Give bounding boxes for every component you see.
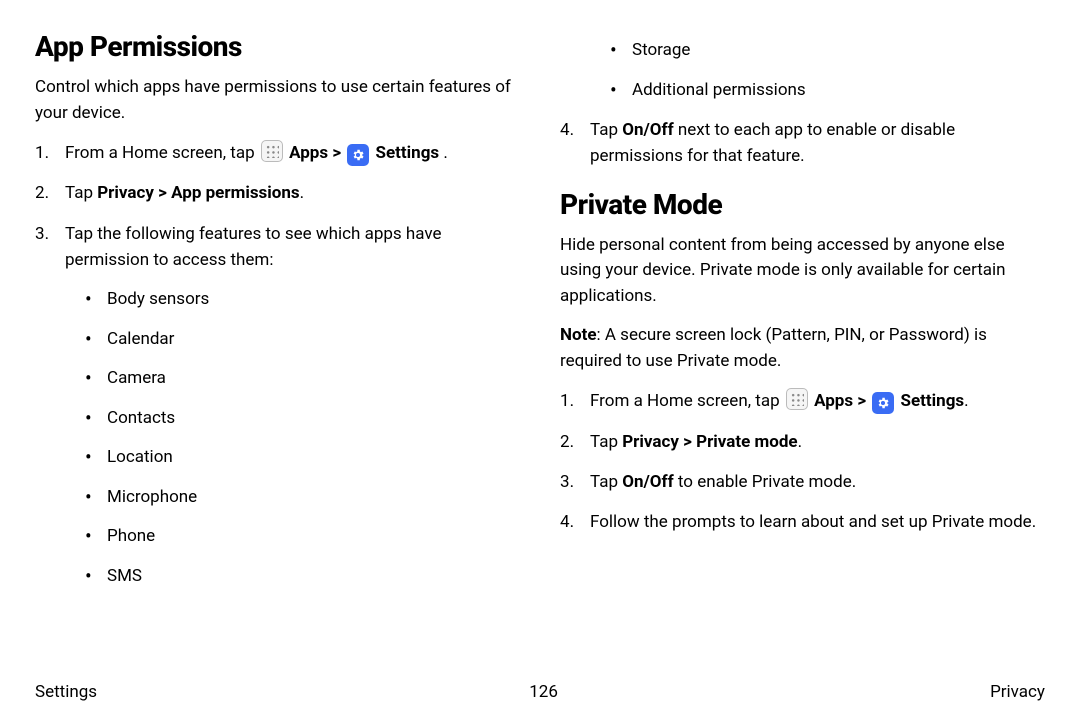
note-label: Note [560,325,597,345]
heading-app-permissions: App Permissions [35,30,520,63]
pm-step2-bold: Privacy > Private mode [622,432,797,452]
step-2: Tap Privacy > App permissions. [35,180,520,206]
apps-icon [786,388,808,410]
step4-bold: On/Off [622,120,673,140]
pm-step-2: Tap Privacy > Private mode. [560,429,1045,455]
apps-icon [261,140,283,162]
settings-label: Settings [901,391,965,411]
pm-step-4: Follow the prompts to learn about and se… [560,509,1045,535]
footer-right: Privacy [990,682,1045,702]
bullet-item: Location [85,445,520,471]
pm-step2-suffix: . [798,432,802,452]
bullet-item: Phone [85,524,520,550]
intro-private-mode: Hide personal content from being accesse… [560,233,1045,310]
step2-suffix: . [300,183,304,203]
pm-step-1: From a Home screen, tap Apps > Settings. [560,388,1045,414]
step4-prefix: Tap [590,120,622,140]
apps-label: Apps [814,391,853,411]
settings-label: Settings [376,143,440,163]
pm-step1-suffix: . [964,391,968,411]
step-4: Tap On/Off next to each app to enable or… [560,117,1045,170]
pm-step3-prefix: Tap [590,472,622,492]
intro-app-permissions: Control which apps have permissions to u… [35,75,520,126]
steps-app-permissions-cont: Tap On/Off next to each app to enable or… [560,117,1045,170]
step1-period: . [443,143,447,163]
bullet-item: Camera [85,366,520,392]
pm-step1-prefix: From a Home screen, tap [590,391,784,411]
pm-step3-bold: On/Off [622,472,673,492]
steps-app-permissions: From a Home screen, tap Apps > Settings … [35,140,520,589]
step2-prefix: Tap [65,183,97,203]
heading-private-mode: Private Mode [560,188,1045,221]
footer-left: Settings [35,682,97,702]
footer-page-number: 126 [529,682,558,702]
left-column: App Permissions Control which apps have … [35,30,520,670]
bullet-item: Storage [610,38,1045,64]
feature-bullets-cont: Storage Additional permissions [560,38,1045,103]
chevron-right-icon: > [857,391,870,411]
step3-text: Tap the following features to see which … [65,224,442,270]
page-footer: Settings 126 Privacy [35,682,1045,702]
steps-private-mode: From a Home screen, tap Apps > Settings.… [560,388,1045,535]
note-private-mode: Note: A secure screen lock (Pattern, PIN… [560,323,1045,374]
feature-bullets: Body sensors Calendar Camera Contacts Lo… [65,287,520,589]
pm-step3-suffix: to enable Private mode. [674,472,857,492]
bullet-item: Body sensors [85,287,520,313]
note-text: : A secure screen lock (Pattern, PIN, or… [560,325,987,371]
bullet-item: Additional permissions [610,78,1045,104]
step2-bold: Privacy > App permissions [97,183,299,203]
settings-icon [347,144,369,166]
bullet-item: Calendar [85,327,520,353]
chevron-right-icon: > [332,143,345,163]
step-3: Tap the following features to see which … [35,221,520,590]
apps-label: Apps [289,143,328,163]
settings-icon [872,392,894,414]
bullet-item: SMS [85,564,520,590]
step-1: From a Home screen, tap Apps > Settings … [35,140,520,166]
step1-text: From a Home screen, tap [65,143,259,163]
pm-step2-prefix: Tap [590,432,622,452]
right-column: Storage Additional permissions Tap On/Of… [560,30,1045,670]
pm-step-3: Tap On/Off to enable Private mode. [560,469,1045,495]
bullet-item: Microphone [85,485,520,511]
bullet-item: Contacts [85,406,520,432]
